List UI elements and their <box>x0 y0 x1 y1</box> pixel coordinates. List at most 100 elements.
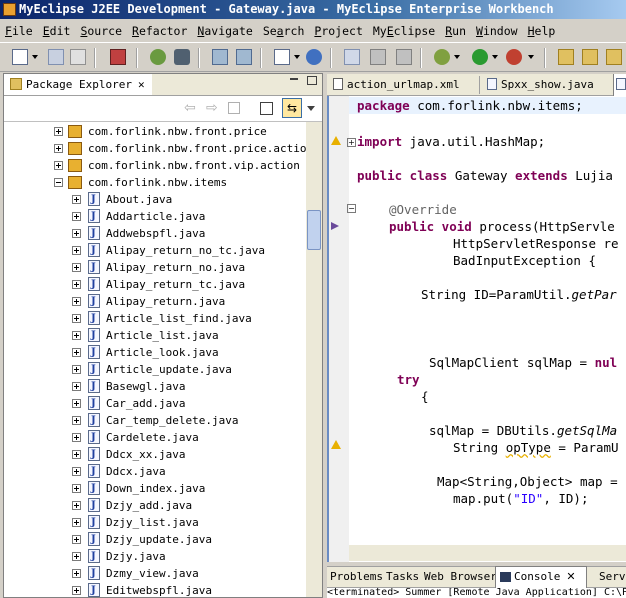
tab-web-browser[interactable]: Web Browser <box>424 567 497 587</box>
menu-source[interactable]: Source <box>75 20 127 42</box>
expand-icon[interactable] <box>72 212 81 221</box>
refresh-icon[interactable] <box>396 49 412 65</box>
up-icon[interactable] <box>228 102 240 114</box>
save-icon[interactable] <box>48 49 64 65</box>
expand-icon[interactable] <box>72 314 81 323</box>
expand-icon[interactable] <box>72 484 81 493</box>
tree-file-node[interactable]: Down_index.java <box>4 480 306 497</box>
tree-file-node[interactable]: About.java <box>4 191 306 208</box>
expand-icon[interactable] <box>72 501 81 510</box>
tree-file-node[interactable]: Alipay_return.java <box>4 293 306 310</box>
expand-icon[interactable] <box>72 331 81 340</box>
open-type-icon[interactable] <box>110 49 126 65</box>
tree-file-node[interactable]: Ddcx_xx.java <box>4 446 306 463</box>
open-resource-icon[interactable] <box>606 49 622 65</box>
tree-file-node[interactable]: Car_temp_delete.java <box>4 412 306 429</box>
tab-gateway-java[interactable] <box>613 74 626 96</box>
expand-icon[interactable] <box>54 144 63 153</box>
sync-icon[interactable] <box>370 49 386 65</box>
menu-help[interactable]: Help <box>523 20 561 42</box>
new-dropdown-icon[interactable] <box>32 55 38 59</box>
collapse-all-icon[interactable] <box>260 102 273 115</box>
menu-file[interactable]: File <box>0 20 38 42</box>
new-web-dropdown-icon[interactable] <box>294 55 300 59</box>
expand-icon[interactable] <box>72 535 81 544</box>
tab-tasks[interactable]: Tasks <box>386 567 419 587</box>
minimize-icon[interactable] <box>290 78 298 80</box>
tree-file-node[interactable]: Dzjy_list.java <box>4 514 306 531</box>
expand-icon[interactable] <box>72 416 81 425</box>
tree-file-node[interactable]: Article_list_find.java <box>4 310 306 327</box>
server-icon[interactable] <box>174 49 190 65</box>
menu-project[interactable]: Project <box>309 20 367 42</box>
tree-file-node[interactable]: Addwebspfl.java <box>4 225 306 242</box>
expand-icon[interactable] <box>72 433 81 442</box>
tree-file-node[interactable]: Dzjy_update.java <box>4 531 306 548</box>
deploy-icon[interactable] <box>212 49 228 65</box>
expand-icon[interactable] <box>72 195 81 204</box>
tree-file-node[interactable]: Alipay_return_no_tc.java <box>4 242 306 259</box>
tab-problems[interactable]: Problems <box>330 567 383 587</box>
tree-package-node[interactable]: com.forlink.nbw.front.vip.action <box>4 157 306 174</box>
new-icon[interactable] <box>12 49 28 65</box>
tree-file-node[interactable]: Article_look.java <box>4 344 306 361</box>
tree-file-node[interactable]: Alipay_return_no.java <box>4 259 306 276</box>
expand-icon[interactable] <box>72 569 81 578</box>
expand-icon[interactable] <box>54 161 63 170</box>
tree-file-node[interactable]: Article_list.java <box>4 327 306 344</box>
expand-icon[interactable] <box>72 229 81 238</box>
menu-search[interactable]: Search <box>258 20 310 42</box>
expand-icon[interactable] <box>72 399 81 408</box>
menu-myeclipse[interactable]: MyEclipse <box>368 20 440 42</box>
forward-icon[interactable]: ⇨ <box>206 100 218 116</box>
collapse-icon[interactable] <box>54 178 63 187</box>
expand-icon[interactable] <box>72 348 81 357</box>
tree-file-node[interactable]: Dzmy_view.java <box>4 565 306 582</box>
expand-icon[interactable] <box>72 297 81 306</box>
menu-edit[interactable]: Edit <box>38 20 76 42</box>
tree-file-node[interactable]: Basewgl.java <box>4 378 306 395</box>
debug-run-icon[interactable] <box>434 49 450 65</box>
run-icon[interactable] <box>472 49 488 65</box>
tab-package-explorer[interactable]: Package Explorer ✕ <box>4 74 152 95</box>
tree-vertical-scrollbar[interactable] <box>306 122 322 597</box>
tree-file-node[interactable]: Dzjy.java <box>4 548 306 565</box>
fold-expand-icon[interactable]: + <box>347 138 356 147</box>
expand-icon[interactable] <box>72 382 81 391</box>
browser-icon[interactable] <box>306 49 322 65</box>
expand-icon[interactable] <box>72 246 81 255</box>
menu-refactor[interactable]: Refactor <box>127 20 192 42</box>
tree-file-node[interactable]: Article_update.java <box>4 361 306 378</box>
fold-collapse-icon[interactable]: − <box>347 204 356 213</box>
menu-navigate[interactable]: Navigate <box>192 20 257 42</box>
menu-window[interactable]: Window <box>471 20 523 42</box>
expand-icon[interactable] <box>54 127 63 136</box>
tree-file-node[interactable]: Editwebspfl.java <box>4 582 306 597</box>
tree-file-node[interactable]: Alipay_return_tc.java <box>4 276 306 293</box>
expand-icon[interactable] <box>72 365 81 374</box>
view-menu-icon[interactable] <box>307 106 315 111</box>
tree-scrollbar-thumb[interactable] <box>307 210 321 250</box>
expand-icon[interactable] <box>72 280 81 289</box>
external-tools-icon[interactable] <box>506 49 522 65</box>
menu-run[interactable]: Run <box>440 20 471 42</box>
hierarchy-icon[interactable] <box>344 49 360 65</box>
back-icon[interactable]: ⇦ <box>184 100 196 116</box>
link-with-editor-icon[interactable]: ⇆ <box>282 98 302 118</box>
tree-file-node[interactable]: Dzjy_add.java <box>4 497 306 514</box>
new-package-icon[interactable] <box>558 49 574 65</box>
expand-icon[interactable] <box>72 552 81 561</box>
new-web-icon[interactable] <box>274 49 290 65</box>
close-icon[interactable]: ✕ <box>138 78 145 91</box>
maximize-icon[interactable] <box>307 76 317 85</box>
undeploy-icon[interactable] <box>236 49 252 65</box>
print-icon[interactable] <box>70 49 86 65</box>
tree-file-node[interactable]: Ddcx.java <box>4 463 306 480</box>
expand-icon[interactable] <box>72 450 81 459</box>
tree-package-node[interactable]: com.forlink.nbw.items <box>4 174 306 191</box>
expand-icon[interactable] <box>72 467 81 476</box>
expand-icon[interactable] <box>72 518 81 527</box>
expand-icon[interactable] <box>72 586 81 595</box>
new-class-icon[interactable] <box>582 49 598 65</box>
debug-icon[interactable] <box>150 49 166 65</box>
